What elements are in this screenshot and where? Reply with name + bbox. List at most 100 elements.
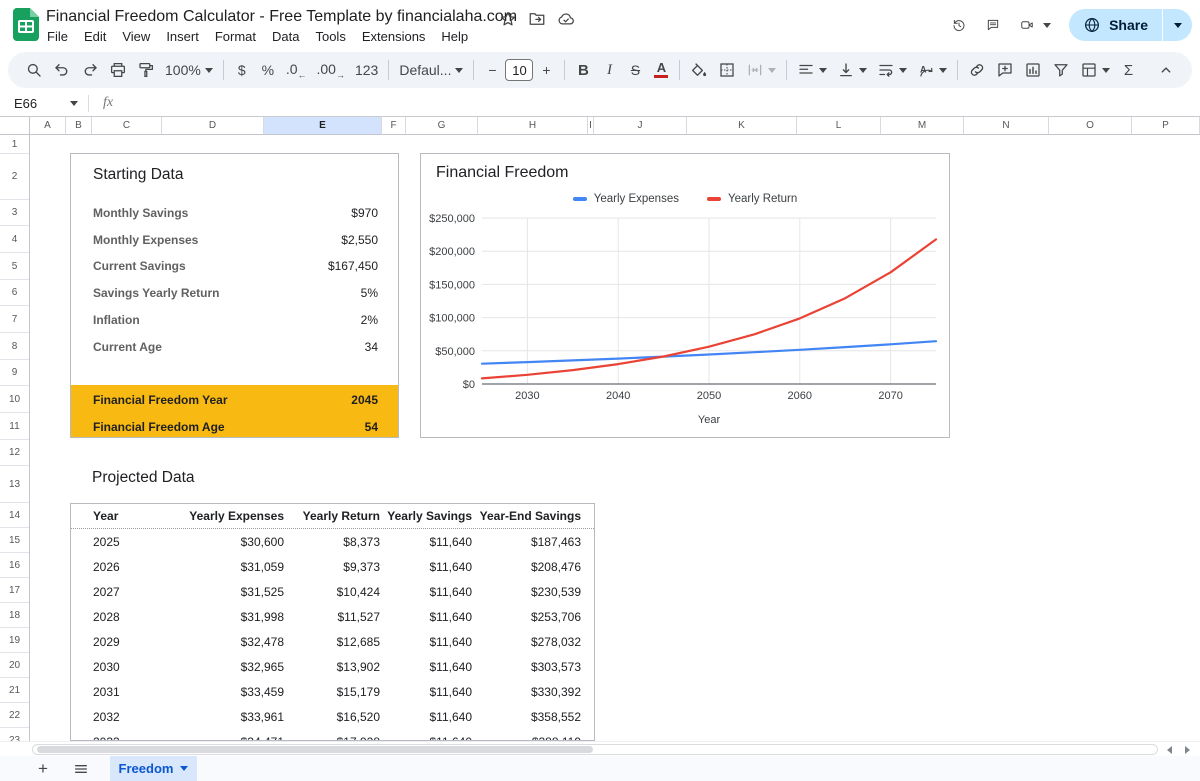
table-cell[interactable]: 2030 [71,660,161,674]
row-header-7[interactable]: 7 [0,306,29,333]
table-views-button[interactable] [1075,57,1115,83]
search-button[interactable] [20,57,48,83]
text-color-button[interactable]: A [648,57,674,83]
row-header-11[interactable]: 11 [0,413,29,440]
row-header-1[interactable]: 1 [0,135,29,154]
table-cell[interactable]: $33,961 [161,710,284,724]
table-cell[interactable]: $230,539 [472,585,581,599]
zoom-control[interactable]: 100% [160,57,218,83]
table-header-cell[interactable]: Year-End Savings [472,509,581,523]
fill-color-button[interactable] [685,57,713,83]
add-sheet-button[interactable]: + [30,756,56,781]
starting-data-row[interactable]: Inflation2% [93,308,378,332]
table-cell[interactable]: 2025 [71,535,161,549]
row-header-20[interactable]: 20 [0,653,29,678]
text-rotation-button[interactable]: A [912,57,952,83]
all-sheets-button[interactable] [68,756,94,781]
column-header-C[interactable]: C [92,117,162,135]
insert-chart-button[interactable] [1019,57,1047,83]
highlight-row[interactable]: Financial Freedom Age54 [93,415,378,439]
starting-data-row[interactable]: Monthly Savings$970 [93,201,378,225]
table-cell[interactable]: $11,640 [380,635,472,649]
more-formats-button[interactable]: 123 [350,57,383,83]
chart-card[interactable]: Financial Freedom Yearly ExpensesYearly … [420,153,950,438]
cloud-saved-icon[interactable] [557,10,575,28]
bold-button[interactable]: B [570,57,596,83]
table-cell[interactable]: $11,640 [380,685,472,699]
table-cell[interactable]: $15,179 [284,685,380,699]
star-icon[interactable] [499,10,517,28]
table-cell[interactable]: $278,032 [472,635,581,649]
sheet-tab-freedom[interactable]: Freedom [110,756,197,781]
scroll-left-arrow[interactable] [1167,746,1172,754]
italic-button[interactable]: I [596,57,622,83]
row-header-3[interactable]: 3 [0,200,29,226]
scrollbar-thumb[interactable] [37,746,593,753]
menu-edit[interactable]: Edit [76,27,114,46]
table-cell[interactable]: $253,706 [472,610,581,624]
redo-button[interactable] [76,57,104,83]
table-cell[interactable]: $30,600 [161,535,284,549]
starting-data-row[interactable]: Current Age34 [93,335,378,359]
table-cell[interactable]: $12,685 [284,635,380,649]
table-row[interactable]: 2026$31,059$9,373$11,640$208,476 [71,554,594,579]
table-cell[interactable]: $33,459 [161,685,284,699]
table-cell[interactable]: 2032 [71,710,161,724]
undo-button[interactable] [48,57,76,83]
row-header-8[interactable]: 8 [0,333,29,360]
format-percent-button[interactable]: % [255,57,281,83]
select-all-corner[interactable] [0,117,30,135]
row-header-9[interactable]: 9 [0,360,29,386]
table-cell[interactable]: $9,373 [284,560,380,574]
row-header-23[interactable]: 23 [0,728,29,741]
font-family-select[interactable]: Defaul... [394,57,468,83]
column-header-N[interactable]: N [964,117,1049,135]
menu-tools[interactable]: Tools [307,27,353,46]
table-cell[interactable]: 2028 [71,610,161,624]
table-row[interactable]: 2031$33,459$15,179$11,640$330,392 [71,679,594,704]
row-header-10[interactable]: 10 [0,386,29,413]
menu-data[interactable]: Data [264,27,307,46]
starting-data-title[interactable]: Starting Data [93,166,183,184]
table-cell[interactable]: $10,424 [284,585,380,599]
format-currency-button[interactable]: $ [229,57,255,83]
decrease-font-size-button[interactable]: − [479,57,505,83]
table-cell[interactable]: $208,476 [472,560,581,574]
table-cell[interactable]: 2031 [71,685,161,699]
table-cell[interactable]: $31,998 [161,610,284,624]
table-cell[interactable]: $16,520 [284,710,380,724]
starting-data-row[interactable]: Monthly Expenses$2,550 [93,228,378,252]
row-header-19[interactable]: 19 [0,628,29,653]
text-wrap-button[interactable] [872,57,912,83]
menu-view[interactable]: View [114,27,158,46]
table-cell[interactable]: $11,640 [380,560,472,574]
row-header-18[interactable]: 18 [0,603,29,628]
table-cell[interactable]: $11,527 [284,610,380,624]
column-header-P[interactable]: P [1132,117,1200,135]
share-dropdown[interactable] [1162,9,1192,41]
column-header-M[interactable]: M [881,117,964,135]
insert-comment-button[interactable] [991,57,1019,83]
table-cell[interactable]: $13,902 [284,660,380,674]
table-cell[interactable]: 2029 [71,635,161,649]
menu-extensions[interactable]: Extensions [354,27,434,46]
menu-help[interactable]: Help [433,27,476,46]
share-button[interactable]: Share [1069,9,1192,41]
sheets-logo-icon[interactable] [13,8,39,41]
table-cell[interactable]: $11,640 [380,610,472,624]
borders-button[interactable] [713,57,741,83]
scrollbar-track[interactable] [32,744,1158,755]
move-folder-icon[interactable] [528,10,546,28]
vertical-align-button[interactable] [832,57,872,83]
row-header-13[interactable]: 13 [0,466,29,503]
table-row[interactable]: 2033$34,471$17,928$11,640$388,119 [71,729,594,741]
table-cell[interactable]: $11,640 [380,585,472,599]
font-size-input[interactable]: 10 [505,59,533,81]
highlight-row[interactable]: Financial Freedom Year2045 [93,388,378,412]
table-header-cell[interactable]: Year [71,509,161,523]
row-header-4[interactable]: 4 [0,226,29,253]
name-box[interactable]: E66 [0,96,88,111]
table-cell[interactable]: $358,552 [472,710,581,724]
table-header-cell[interactable]: Yearly Expenses [161,509,284,523]
strikethrough-button[interactable]: S [622,57,648,83]
